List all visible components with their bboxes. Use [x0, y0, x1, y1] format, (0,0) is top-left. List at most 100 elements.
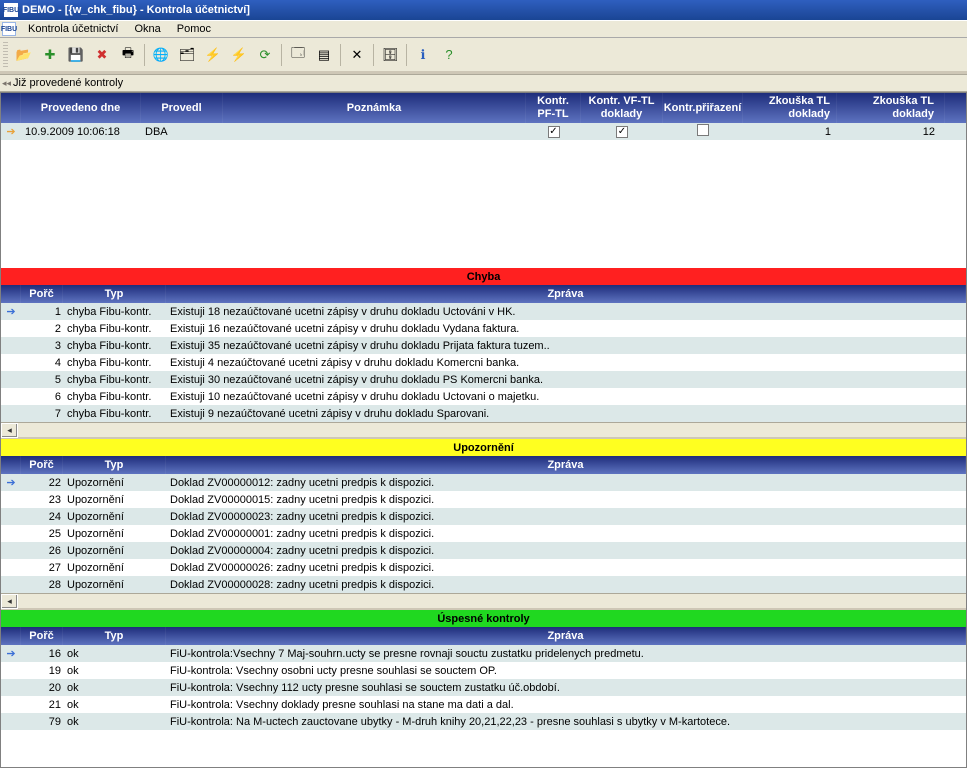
separator	[340, 44, 341, 66]
table-row[interactable]: 6chyba Fibu-kontr.Existuji 10 nezaúčtova…	[1, 388, 966, 405]
k3-checkbox[interactable]	[697, 124, 709, 136]
globe-icon[interactable]: 🌐	[149, 43, 173, 67]
row-arrow-icon	[1, 516, 21, 518]
table-row[interactable]: 4chyba Fibu-kontr.Existuji 4 nezaúčtovan…	[1, 354, 966, 371]
warn-pane: Upozornění Pořč Typ Zpráva ➔22Upozornění…	[1, 439, 966, 593]
table-row[interactable]: 5chyba Fibu-kontr.Existuji 30 nezaúčtova…	[1, 371, 966, 388]
table-row[interactable]: 21okFiU-kontrola: Vsechny doklady presne…	[1, 696, 966, 713]
warn-hscroll[interactable]: ◂	[1, 593, 966, 610]
row-arrow-icon	[1, 345, 21, 347]
ok-body: ➔16okFiU-kontrola:Vsechny 7 Maj-souhrn.u…	[1, 645, 966, 730]
table-row[interactable]: 3chyba Fibu-kontr.Existuji 35 nezaúčtova…	[1, 337, 966, 354]
cell-porc: 20	[21, 681, 63, 695]
errors-hscroll[interactable]: ◂	[1, 422, 966, 439]
col-date[interactable]: Provedeno dne	[21, 93, 141, 123]
toolbar-handle[interactable]	[3, 42, 8, 68]
k1-checkbox[interactable]: ✓	[548, 126, 560, 138]
run1-icon[interactable]: ⚡	[201, 43, 225, 67]
row-arrow-icon	[1, 379, 21, 381]
delete-icon[interactable]: ✖	[90, 43, 114, 67]
refresh-icon[interactable]: ⟳	[253, 43, 277, 67]
cell-typ: ok	[63, 681, 166, 695]
col-typ[interactable]: Typ	[63, 285, 166, 303]
save-icon[interactable]: 💾	[64, 43, 88, 67]
table-row[interactable]: 25UpozorněníDoklad ZV00000001: zadny uce…	[1, 525, 966, 542]
cell-porc: 26	[21, 544, 63, 558]
col-msg[interactable]: Zpráva	[166, 627, 966, 645]
cell-porc: 5	[21, 373, 63, 387]
col-porc[interactable]: Pořč	[21, 456, 63, 474]
menu-kontrola[interactable]: Kontrola účetnictví	[20, 21, 127, 37]
help-icon[interactable]: ?	[437, 43, 461, 67]
cell-porc: 24	[21, 510, 63, 524]
table-row[interactable]: 23UpozorněníDoklad ZV00000015: zadny uce…	[1, 491, 966, 508]
layers-icon[interactable]: 🗂	[175, 43, 199, 67]
col-user[interactable]: Provedl	[141, 93, 223, 123]
table-row[interactable]: 79okFiU-kontrola: Na M-uctech zauctovane…	[1, 713, 966, 730]
col-typ[interactable]: Typ	[63, 627, 166, 645]
cell-porc: 7	[21, 407, 63, 421]
table-row[interactable]: 20okFiU-kontrola: Vsechny 112 ucty presn…	[1, 679, 966, 696]
col-k3[interactable]: Kontr.přiřazení	[663, 93, 743, 123]
table-row[interactable]: ➔1chyba Fibu-kontr.Existuji 18 nezaúčtov…	[1, 303, 966, 320]
row-arrow-icon	[1, 413, 21, 415]
row-arrow-icon	[1, 704, 21, 706]
scroll-left-icon[interactable]: ◂	[1, 594, 18, 609]
table-row[interactable]: ➔16okFiU-kontrola:Vsechny 7 Maj-souhrn.u…	[1, 645, 966, 662]
cell-porc: 27	[21, 561, 63, 575]
cell-msg: Existuji 10 nezaúčtované ucetni zápisy v…	[166, 390, 966, 404]
table-row[interactable]: 26UpozorněníDoklad ZV00000004: zadny uce…	[1, 542, 966, 559]
menu-pomoc[interactable]: Pomoc	[169, 21, 219, 37]
row-arrow-icon: ➔	[1, 124, 21, 139]
col-z2[interactable]: Zkouška TL doklady	[837, 93, 945, 123]
row-arrow-icon	[1, 362, 21, 364]
col-porc[interactable]: Pořč	[21, 285, 63, 303]
table-row[interactable]: 24UpozorněníDoklad ZV00000023: zadny uce…	[1, 508, 966, 525]
content-area: Provedeno dne Provedl Poznámka Kontr. PF…	[0, 92, 967, 768]
warn-header: Pořč Typ Zpráva	[1, 456, 966, 474]
col-z1[interactable]: Zkouška TL doklady	[743, 93, 837, 123]
errors-pane: Chyba Pořč Typ Zpráva ➔1chyba Fibu-kontr…	[1, 268, 966, 422]
open-icon[interactable]: 📂	[12, 43, 36, 67]
cell-msg: Doklad ZV00000028: zadny ucetni predpis …	[166, 578, 966, 592]
warn-body: ➔22UpozorněníDoklad ZV00000012: zadny uc…	[1, 474, 966, 593]
col-note[interactable]: Poznámka	[223, 93, 526, 123]
row-arrow-icon	[1, 721, 21, 723]
cell-typ: chyba Fibu-kontr.	[63, 373, 166, 387]
separator	[373, 44, 374, 66]
col-k2[interactable]: Kontr. VF-TL doklady	[581, 93, 663, 123]
add-icon[interactable]: ✚	[38, 43, 62, 67]
collapse-icon[interactable]: ◂◂	[2, 78, 11, 89]
menu-okna[interactable]: Okna	[127, 21, 169, 37]
table-row[interactable]: 7chyba Fibu-kontr.Existuji 9 nezaúčtovan…	[1, 405, 966, 422]
cell-msg: Doklad ZV00000023: zadny ucetni predpis …	[166, 510, 966, 524]
col-k1[interactable]: Kontr. PF-TL	[526, 93, 581, 123]
run-row[interactable]: ➔ 10.9.2009 10:06:18 DBA ✓ ✓ 1 12	[1, 123, 966, 140]
table-row[interactable]: 27UpozorněníDoklad ZV00000026: zadny uce…	[1, 559, 966, 576]
cell-porc: 21	[21, 698, 63, 712]
run2-icon[interactable]: ⚡	[227, 43, 251, 67]
cell-porc: 16	[21, 647, 63, 661]
cell-typ: ok	[63, 647, 166, 661]
table-row[interactable]: 28UpozorněníDoklad ZV00000028: zadny uce…	[1, 576, 966, 593]
col-msg[interactable]: Zpráva	[166, 456, 966, 474]
close-icon[interactable]: ✕	[345, 43, 369, 67]
cell-porc: 23	[21, 493, 63, 507]
k2-checkbox[interactable]: ✓	[616, 126, 628, 138]
info-icon[interactable]: ℹ	[411, 43, 435, 67]
print-icon[interactable]: 🖶	[116, 43, 140, 67]
ok-pane: Úspesné kontroly Pořč Typ Zpráva ➔16okFi…	[1, 610, 966, 730]
app-icon: FIBU	[4, 3, 18, 17]
col-porc[interactable]: Pořč	[21, 627, 63, 645]
table-row[interactable]: 2chyba Fibu-kontr.Existuji 16 nezaúčtova…	[1, 320, 966, 337]
col-typ[interactable]: Typ	[63, 456, 166, 474]
scroll-left-icon[interactable]: ◂	[1, 423, 18, 438]
list-icon[interactable]: ▤	[312, 43, 336, 67]
window-icon[interactable]: 🗔	[286, 43, 310, 67]
db-icon[interactable]: 🗄	[378, 43, 402, 67]
runs-header-row: Provedeno dne Provedl Poznámka Kontr. PF…	[1, 93, 966, 123]
col-msg[interactable]: Zpráva	[166, 285, 966, 303]
table-row[interactable]: ➔22UpozorněníDoklad ZV00000012: zadny uc…	[1, 474, 966, 491]
cell-typ: Upozornění	[63, 510, 166, 524]
table-row[interactable]: 19okFiU-kontrola: Vsechny osobni ucty pr…	[1, 662, 966, 679]
